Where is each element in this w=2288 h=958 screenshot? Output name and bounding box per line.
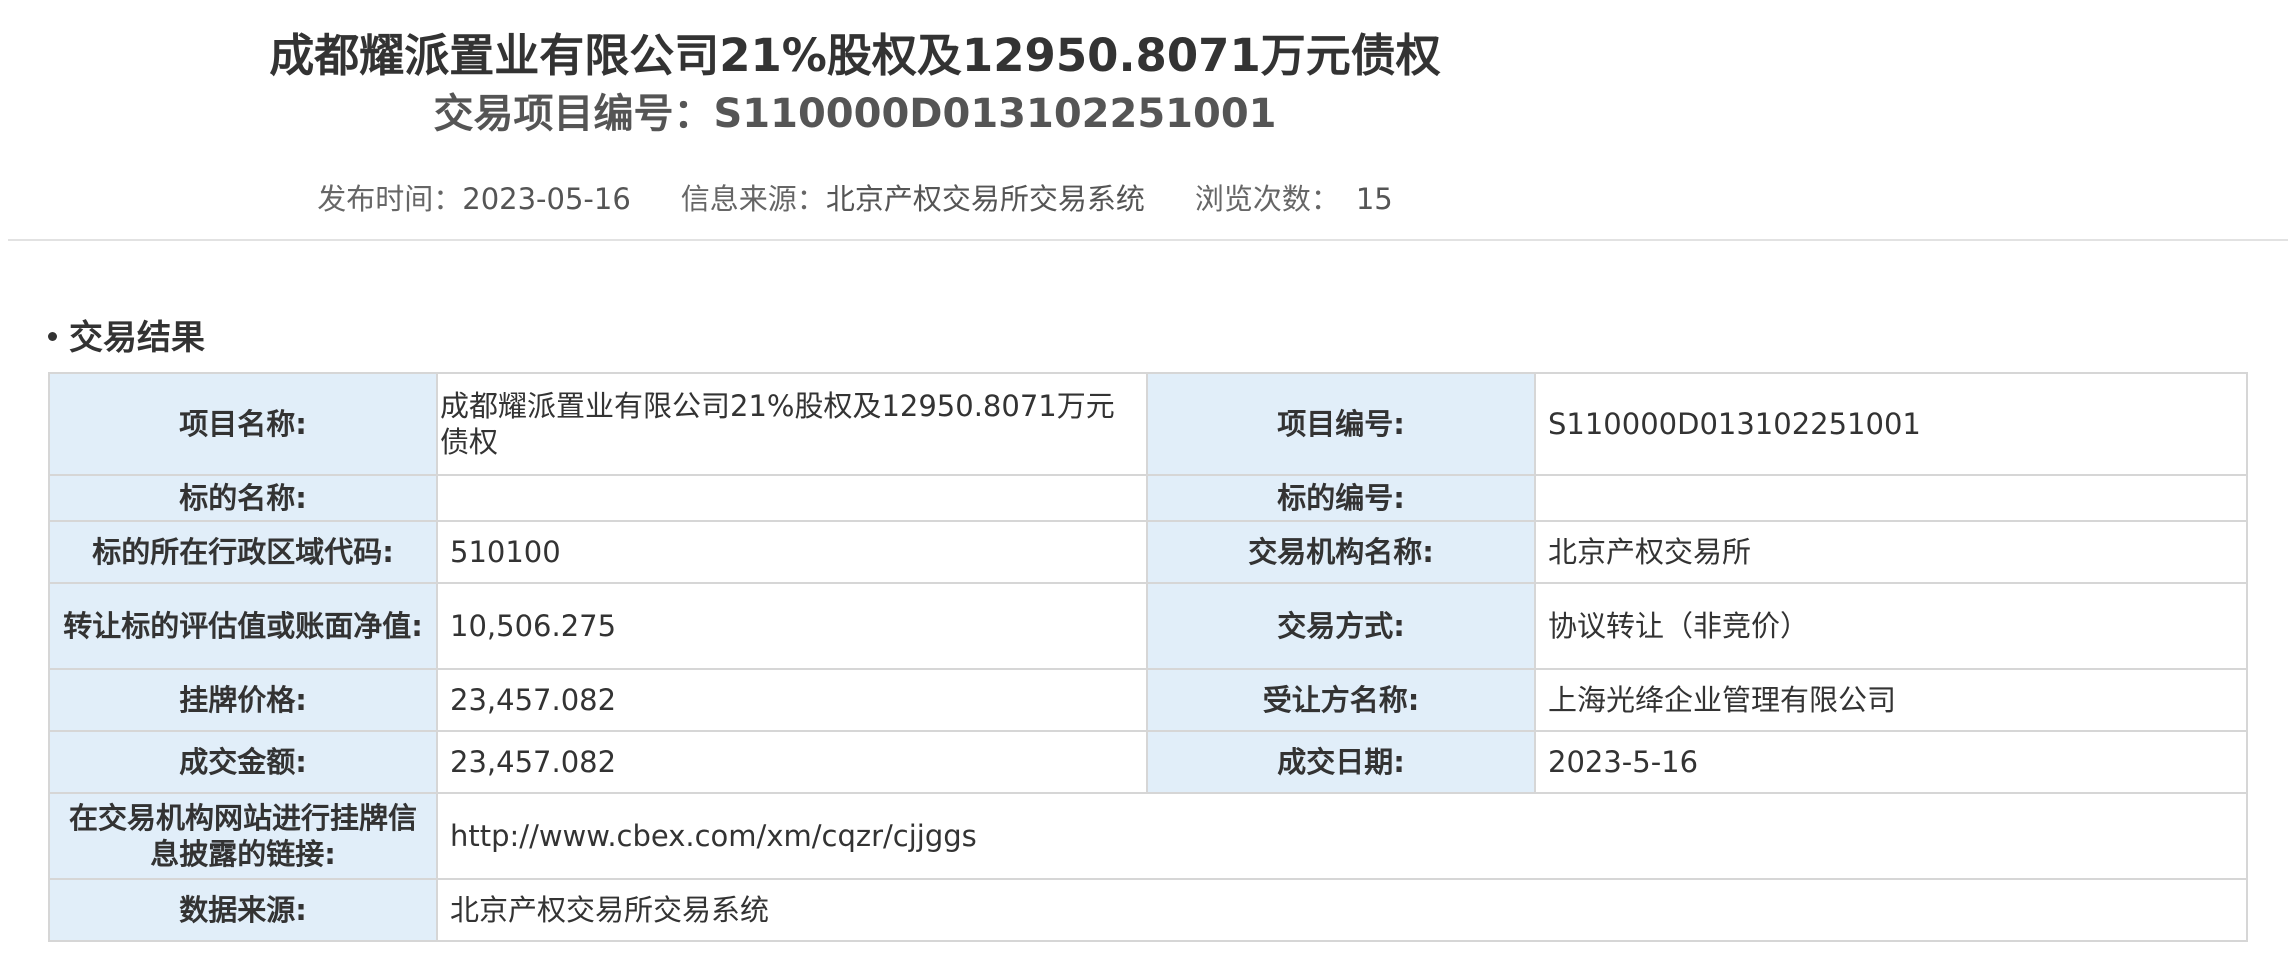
table-value-cell: 成都耀派置业有限公司21%股权及12950.8071万元债权 xyxy=(436,372,1148,476)
table-value-cell: 510100 xyxy=(436,520,1148,584)
table-label-cell: 项目名称: xyxy=(48,372,438,476)
table-label-cell: 在交易机构网站进行挂牌信息披露的链接: xyxy=(48,792,438,880)
table-row: 数据来源: 北京产权交易所交易系统 xyxy=(48,878,2248,942)
trade-result-table: 项目名称: 成都耀派置业有限公司21%股权及12950.8071万元债权 项目编… xyxy=(48,372,2248,942)
table-value-cell: 北京产权交易所 xyxy=(1534,520,2248,584)
table-label-cell: 成交日期: xyxy=(1146,730,1536,794)
section-title: 交易结果 xyxy=(69,318,205,358)
page-title: 成都耀派置业有限公司21%股权及12950.8071万元债权 xyxy=(269,29,1441,82)
header-divider xyxy=(8,239,2288,241)
table-label-cell: 标的所在行政区域代码: xyxy=(48,520,438,584)
table-value-cell: 23,457.082 xyxy=(436,668,1148,732)
table-label-cell: 转让标的评估值或账面净值: xyxy=(48,582,438,670)
views-count: 15 xyxy=(1355,182,1393,216)
bullet-icon xyxy=(48,332,57,341)
table-row: 标的所在行政区域代码: 510100 交易机构名称: 北京产权交易所 xyxy=(48,520,2248,584)
section-heading: 交易结果 xyxy=(48,312,205,364)
table-label-cell: 项目编号: xyxy=(1146,372,1536,476)
table-value-cell xyxy=(1534,474,2248,522)
table-row: 项目名称: 成都耀派置业有限公司21%股权及12950.8071万元债权 项目编… xyxy=(48,372,2248,476)
table-value-cell: 10,506.275 xyxy=(436,582,1148,670)
table-label-cell: 交易机构名称: xyxy=(1146,520,1536,584)
table-value-cell: 北京产权交易所交易系统 xyxy=(436,878,2248,942)
table-label-cell: 挂牌价格: xyxy=(48,668,438,732)
table-value-cell: S110000D013102251001 xyxy=(1534,372,2248,476)
table-label-cell: 数据来源: xyxy=(48,878,438,942)
table-row: 转让标的评估值或账面净值: 10,506.275 交易方式: 协议转让（非竞价） xyxy=(48,582,2248,670)
source-value: 北京产权交易所交易系统 xyxy=(825,182,1145,216)
table-label-cell: 受让方名称: xyxy=(1146,668,1536,732)
table-value-cell: 23,457.082 xyxy=(436,730,1148,794)
table-value-cell: 2023-5-16 xyxy=(1534,730,2248,794)
table-row: 标的名称: 标的编号: xyxy=(48,474,2248,522)
table-row: 挂牌价格: 23,457.082 受让方名称: 上海光绛企业管理有限公司 xyxy=(48,668,2248,732)
meta-info-bar: 发布时间：2023-05-16 信息来源：北京产权交易所交易系统 浏览次数： 15 xyxy=(0,176,1710,222)
table-value-cell xyxy=(436,474,1148,522)
table-label-cell: 标的编号: xyxy=(1146,474,1536,522)
source-label: 信息来源： xyxy=(680,182,826,216)
table-label-cell: 标的名称: xyxy=(48,474,438,522)
table-row: 在交易机构网站进行挂牌信息披露的链接: http://www.cbex.com/… xyxy=(48,792,2248,880)
table-label-cell: 成交金额: xyxy=(48,730,438,794)
table-value-cell: 协议转让（非竞价） xyxy=(1534,582,2248,670)
table-row: 成交金额: 23,457.082 成交日期: 2023-5-16 xyxy=(48,730,2248,794)
publish-date: 2023-05-16 xyxy=(462,182,631,216)
listing-link[interactable]: http://www.cbex.com/xm/cqzr/cjjggs xyxy=(436,792,2248,880)
publish-label: 发布时间： xyxy=(317,182,463,216)
table-label-cell: 交易方式: xyxy=(1146,582,1536,670)
project-code-heading: 交易项目编号：S110000D013102251001 xyxy=(433,91,1277,137)
table-value-cell: 上海光绛企业管理有限公司 xyxy=(1534,668,2248,732)
views-label: 浏览次数： xyxy=(1194,182,1340,216)
